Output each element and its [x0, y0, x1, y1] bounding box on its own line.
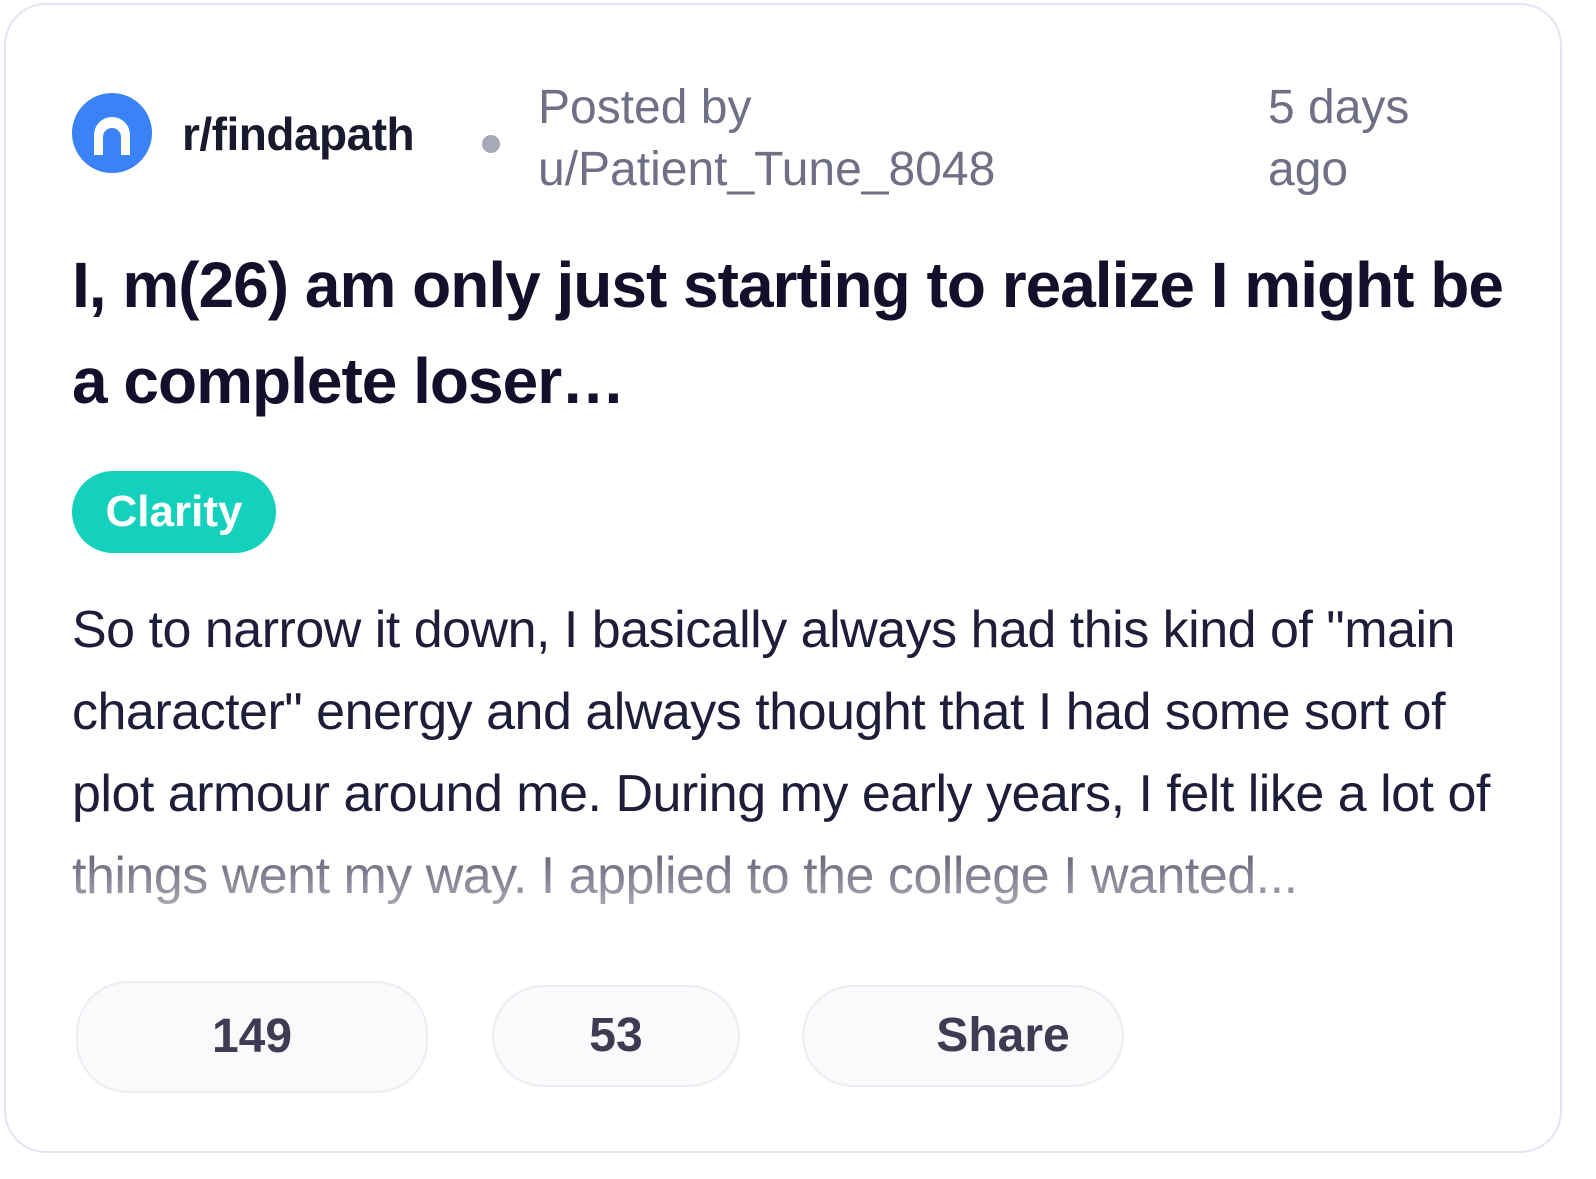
comment-count: 53 [589, 1009, 643, 1062]
post-header: r/findapath Posted by u/Patient_Tune_804… [72, 77, 1532, 207]
post-flair[interactable]: Clarity [72, 471, 276, 553]
subreddit-logo-icon[interactable] [72, 93, 152, 173]
comments-button[interactable]: 53 [492, 985, 740, 1087]
share-label: Share [936, 1009, 1070, 1062]
post-body-preview[interactable]: So to narrow it down, I basically always… [72, 589, 1492, 981]
author-username[interactable]: u/Patient_Tune_8048 [538, 139, 995, 201]
post-title[interactable]: I, m(26) am only just starting to realiz… [72, 237, 1512, 429]
post-body-text: So to narrow it down, I basically always… [72, 601, 1490, 905]
post-timestamp: 5 days ago [1268, 81, 1410, 196]
posted-by: Posted by u/Patient_Tune_8048 [538, 77, 995, 201]
posted-by-label: Posted by [538, 81, 752, 134]
post-card[interactable]: r/findapath Posted by u/Patient_Tune_804… [4, 3, 1562, 1153]
upvote-button[interactable]: 149 [76, 981, 428, 1093]
share-button[interactable]: Share [802, 985, 1124, 1087]
post-actions: 149 53 Share [72, 981, 1272, 1097]
separator-dot [482, 135, 500, 153]
subreddit-name[interactable]: r/findapath [182, 107, 415, 161]
upvote-count: 149 [211, 1010, 293, 1063]
